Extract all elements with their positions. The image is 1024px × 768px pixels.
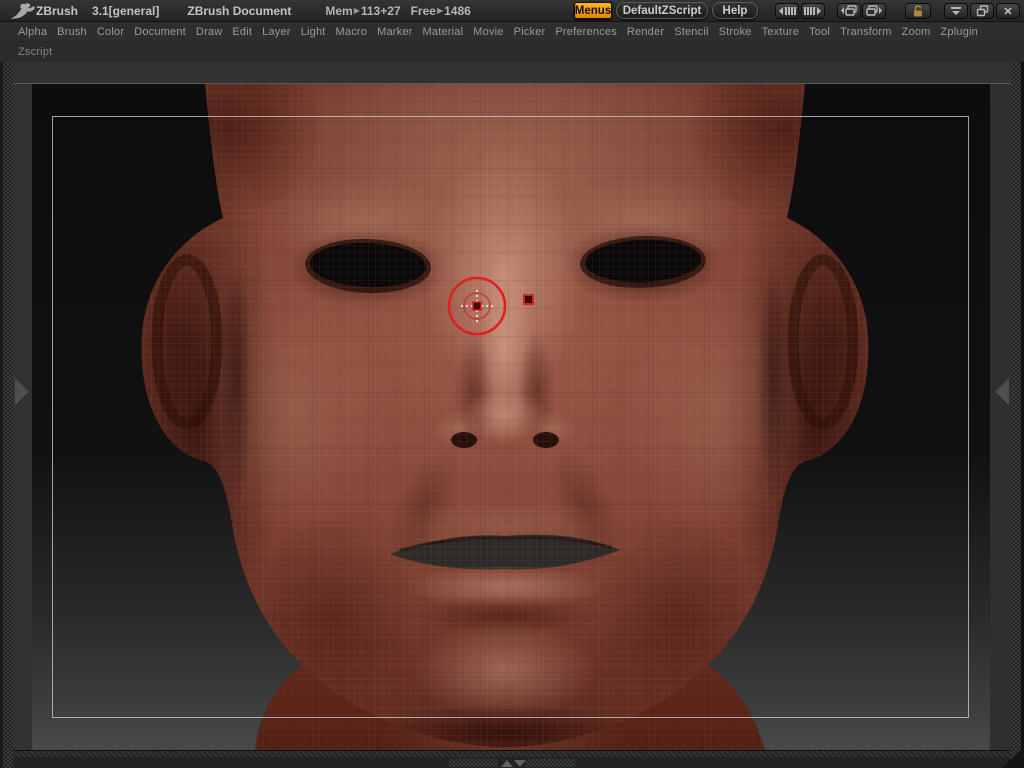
document-canvas[interactable] (32, 84, 990, 750)
lock-icon (914, 5, 922, 17)
cycle-window-right-button[interactable] (862, 3, 886, 19)
windows-right-icon (866, 5, 882, 16)
app-version: 3.1[general] (92, 4, 160, 18)
menus-button[interactable]: Menus (574, 2, 612, 19)
menu-macro[interactable]: Macro (336, 26, 368, 38)
menu-preferences[interactable]: Preferences (555, 26, 617, 38)
right-tray-divider[interactable] (1011, 62, 1021, 768)
help-button[interactable]: Help (712, 2, 758, 19)
bottom-tray-handle-right[interactable] (526, 759, 575, 767)
left-tray-open-arrow-icon[interactable] (15, 378, 29, 406)
left-tray-divider[interactable] (3, 62, 13, 768)
tray-expand-up-icon[interactable] (501, 760, 513, 767)
head-sculpt-render (32, 84, 990, 750)
mem-label: Mem (325, 4, 353, 18)
window-resize-corner[interactable] (1002, 746, 1024, 768)
bottom-tray-handle-left[interactable] (449, 759, 498, 767)
menu-tool[interactable]: Tool (809, 26, 830, 38)
minimize-icon (951, 7, 961, 15)
close-icon: ✕ (1003, 5, 1013, 18)
document-title: ZBrush Document (187, 4, 292, 18)
scroll-strip-left-button[interactable] (775, 3, 799, 19)
tray-collapse-down-icon[interactable] (514, 760, 526, 767)
restore-button[interactable] (970, 3, 994, 19)
menu-movie[interactable]: Movie (473, 26, 503, 38)
close-button[interactable]: ✕ (996, 3, 1020, 19)
minimize-button[interactable] (944, 3, 968, 19)
scroll-strip-right-button[interactable] (801, 3, 825, 19)
right-tray-open-arrow-icon[interactable] (995, 378, 1009, 406)
free-arrow-icon: ▶ (436, 5, 444, 15)
menu-stencil[interactable]: Stencil (674, 26, 708, 38)
zbrush-logo-icon (10, 3, 35, 19)
windows-left-icon (841, 5, 857, 16)
menu-zoom[interactable]: Zoom (902, 26, 931, 38)
canvas-gutter-left (13, 84, 32, 750)
menu-zplugin[interactable]: Zplugin (941, 26, 978, 38)
menu-render[interactable]: Render (627, 26, 664, 38)
menu-brush[interactable]: Brush (57, 26, 87, 38)
menu-material[interactable]: Material (423, 26, 464, 38)
canvas-gutter-top (13, 62, 1011, 84)
cycle-window-left-button[interactable] (837, 3, 861, 19)
canvas-gutter-right (990, 84, 1011, 750)
menu-transform[interactable]: Transform (840, 26, 892, 38)
lock-button[interactable] (905, 3, 931, 19)
zbrush-window: ZBrush 3.1[general] ZBrush Document Mem … (0, 0, 1024, 768)
scroll-right-icon (804, 7, 821, 15)
menu-alpha[interactable]: Alpha (18, 26, 47, 38)
menu-picker[interactable]: Picker (514, 26, 546, 38)
menu-draw[interactable]: Draw (196, 26, 222, 38)
menu-edit[interactable]: Edit (232, 26, 252, 38)
scroll-left-icon (779, 7, 796, 15)
menu-stroke[interactable]: Stroke (719, 26, 752, 38)
free-value: 1486 (444, 4, 471, 18)
menu-light[interactable]: Light (301, 26, 326, 38)
title-bar: ZBrush 3.1[general] ZBrush Document Mem … (0, 0, 1024, 22)
default-zscript-button[interactable]: DefaultZScript (616, 2, 708, 19)
mem-value: 113+27 (360, 4, 401, 18)
symmetry-point-marker (523, 294, 534, 305)
menu-bar: Alpha Brush Color Document Draw Edit Lay… (0, 22, 1024, 42)
restore-icon (976, 5, 988, 17)
bottom-tray-hatch (13, 750, 1011, 757)
free-label: Free (410, 4, 436, 18)
menu-document[interactable]: Document (134, 26, 186, 38)
app-name: ZBrush (36, 4, 78, 18)
menu-layer[interactable]: Layer (262, 26, 291, 38)
menu-color[interactable]: Color (97, 26, 124, 38)
menu-bar-row2: Zscript (0, 42, 1024, 62)
menu-marker[interactable]: Marker (377, 26, 412, 38)
menu-texture[interactable]: Texture (762, 26, 799, 38)
menu-zscript[interactable]: Zscript (18, 46, 52, 58)
mem-arrow-icon: ▶ (353, 5, 360, 15)
